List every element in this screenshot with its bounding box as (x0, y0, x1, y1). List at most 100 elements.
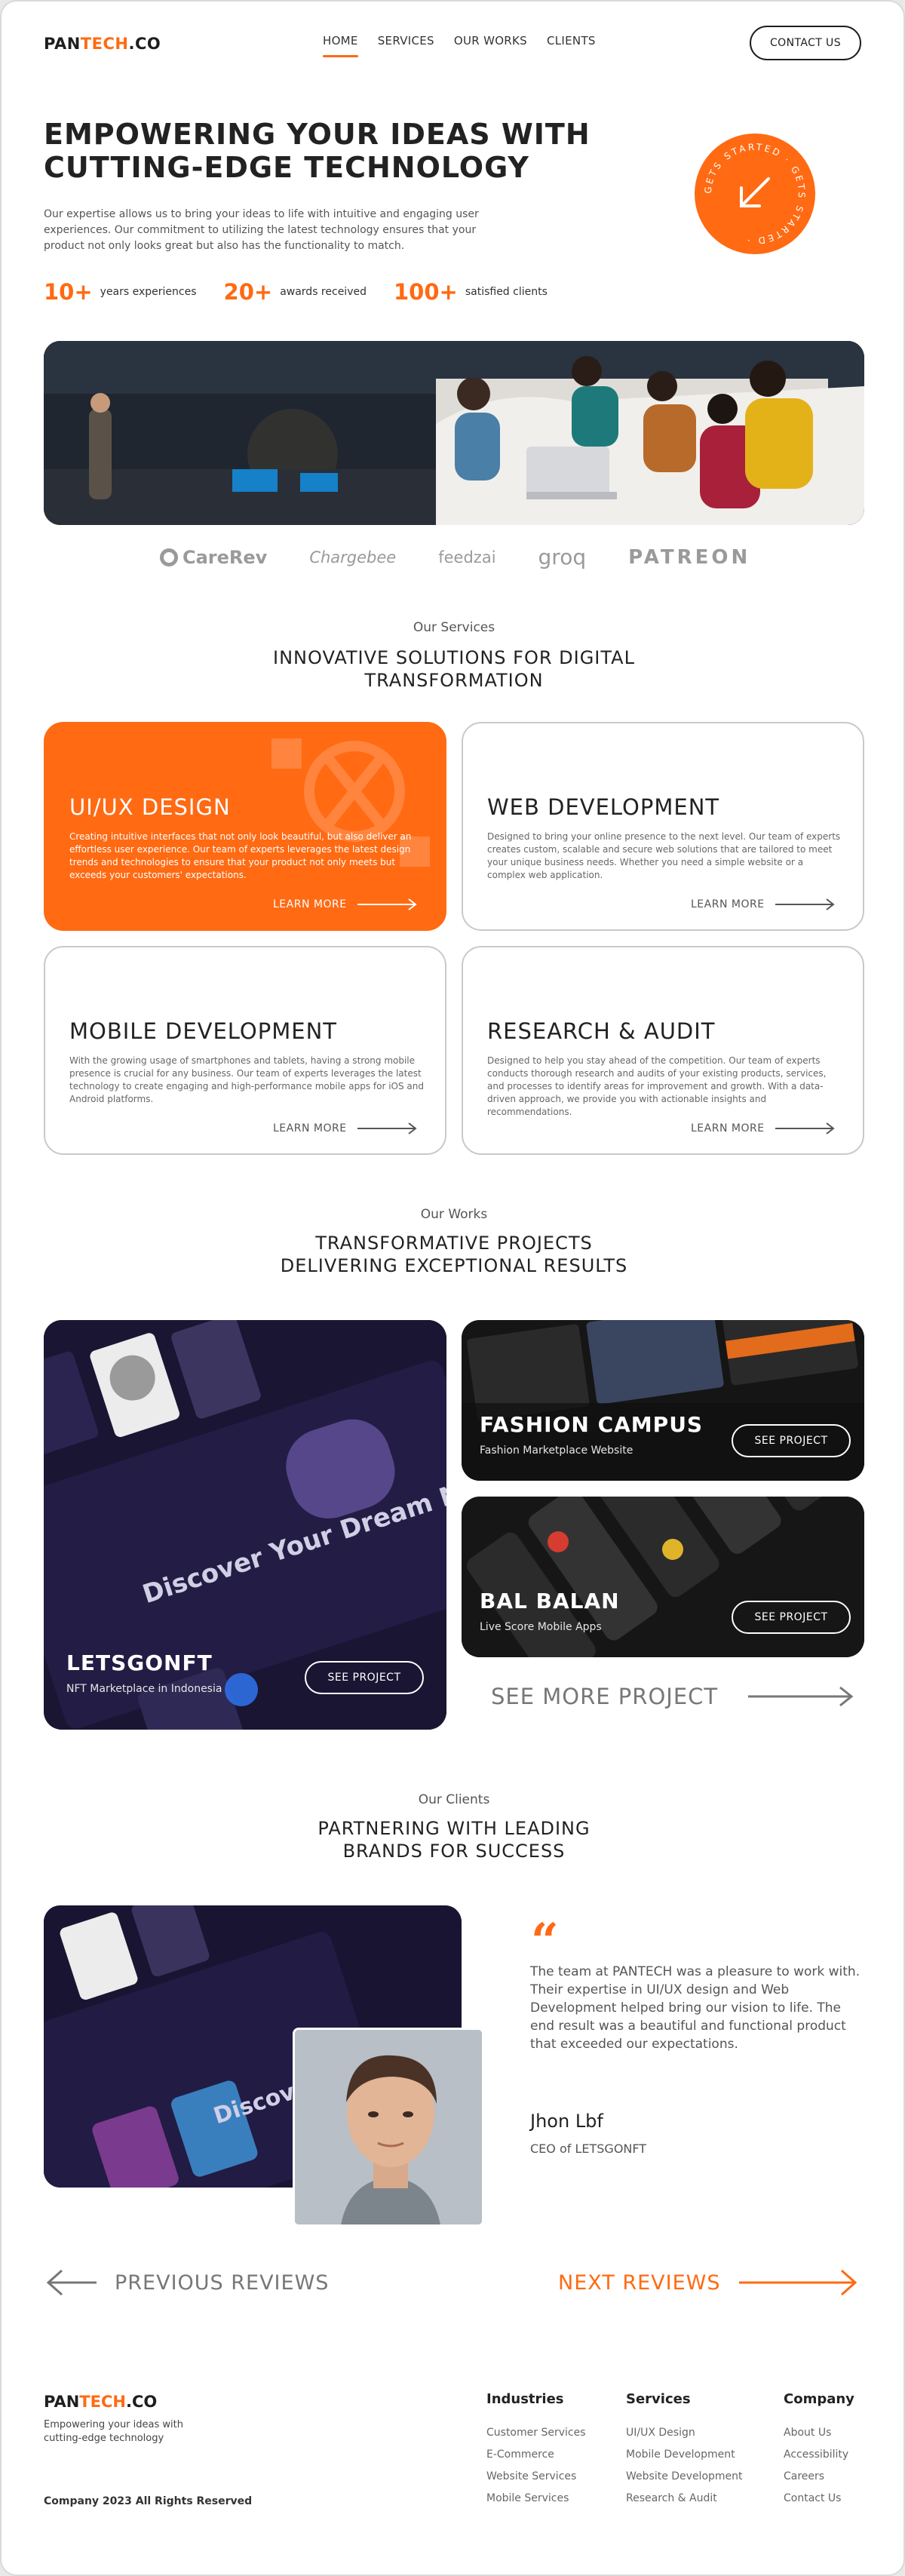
nav-home[interactable]: HOME (323, 34, 358, 57)
project-title: LETSGONFT (66, 1650, 213, 1675)
footer-heading: Services (626, 2391, 691, 2407)
hero-team-photo (44, 341, 864, 525)
footer-link[interactable]: Customer Services (486, 2422, 586, 2444)
services-title: INNOVATIVE SOLUTIONS FOR DIGITAL TRANSFO… (273, 647, 635, 691)
arrow-right-icon (748, 1686, 854, 1707)
footer-link[interactable]: About Us (784, 2422, 854, 2444)
footer-link[interactable]: Accessibility (784, 2444, 854, 2466)
footer-link[interactable]: Mobile Services (486, 2488, 586, 2510)
project-subtitle: Fashion Marketplace Website (480, 1445, 634, 1457)
service-card-uiux[interactable]: UI/UX DESIGN Creating intuitive interfac… (44, 722, 446, 931)
footer-link[interactable]: UI/UX Design (626, 2422, 743, 2444)
stat-value: 100+ (393, 279, 458, 305)
brand-chargebee: Chargebee (309, 548, 397, 566)
arrow-right-icon (775, 1122, 835, 1134)
testimonial-quote: The team at PANTECH was a pleasure to wo… (530, 1964, 861, 2052)
footer-link[interactable]: E-Commerce (486, 2444, 586, 2466)
stat-label: satisfied clients (465, 286, 548, 298)
project-card-letsgonft[interactable]: Discover Your Dream NFT's in Your Galler… (44, 1320, 446, 1730)
testimonial-name: Jhon Lbf (530, 2111, 603, 2132)
see-project-button[interactable]: SEE PROJECT (305, 1661, 424, 1694)
see-project-button[interactable]: SEE PROJECT (732, 1424, 851, 1457)
brand-groq: groq (538, 545, 587, 570)
stat-clients: 100+ satisfied clients (394, 279, 548, 305)
arrow-right-icon (357, 1122, 417, 1134)
see-project-button[interactable]: SEE PROJECT (732, 1601, 851, 1634)
get-started-badge[interactable]: GETS STARTED · GETS STARTED · (692, 131, 818, 256)
service-card-research[interactable]: RESEARCH & AUDIT Designed to help you st… (462, 946, 864, 1155)
learn-more-link[interactable]: LEARN MORE (691, 898, 836, 910)
landing-page: PANTECH.CO HOME SERVICES OUR WORKS CLIEN… (0, 0, 905, 2576)
learn-more-link[interactable]: LEARN MORE (691, 1122, 836, 1134)
clients-title-line2: BRANDS FOR SUCCESS (342, 1841, 566, 1862)
service-description: Creating intuitive interfaces that not o… (69, 831, 412, 880)
services-kicker: Our Services (413, 620, 495, 635)
stat-label: years experiences (100, 286, 197, 298)
footer-link[interactable]: Mobile Development (626, 2444, 743, 2466)
learn-more-label: LEARN MORE (273, 1122, 347, 1134)
logo-suffix: .CO (125, 2393, 158, 2411)
previous-reviews-label: PREVIOUS REVIEWS (115, 2271, 330, 2295)
stat-value: 20+ (223, 279, 273, 305)
previous-reviews-button[interactable]: PREVIOUS REVIEWS (45, 2267, 329, 2298)
nav-clients[interactable]: CLIENTS (547, 34, 596, 48)
logo[interactable]: PANTECH.CO (44, 35, 161, 53)
service-title: UI/UX DESIGN (69, 794, 231, 820)
contact-us-button[interactable]: CONTACT US (750, 26, 861, 60)
footer-heading: Company (784, 2391, 854, 2407)
footer-logo[interactable]: PANTECH.CO (44, 2393, 157, 2411)
arrow-right-icon (738, 2269, 857, 2296)
footer-link[interactable]: Website Development (626, 2466, 743, 2488)
logo-text: PAN (44, 35, 81, 53)
project-card-fashion-campus[interactable]: FASHION CAMPUS Fashion Marketplace Websi… (462, 1320, 864, 1481)
arrow-left-icon (46, 2269, 97, 2296)
footer-link[interactable]: Contact Us (784, 2488, 854, 2510)
project-card-bal-balan[interactable]: BAL BALAN Live Score Mobile Apps SEE PRO… (462, 1497, 864, 1657)
service-card-web[interactable]: WEB DEVELOPMENT Designed to bring your o… (462, 722, 864, 931)
footer-link[interactable]: Careers (784, 2466, 854, 2488)
footer-link[interactable]: Website Services (486, 2466, 586, 2488)
footer-link[interactable]: Research & Audit (626, 2488, 743, 2510)
arrow-right-icon (775, 898, 835, 910)
learn-more-label: LEARN MORE (273, 898, 347, 910)
next-reviews-label: NEXT REVIEWS (558, 2271, 721, 2295)
main-menu: HOME SERVICES OUR WORKS CLIENTS (323, 34, 596, 57)
works-title-line1: TRANSFORMATIVE PROJECTS (315, 1233, 593, 1254)
brand-logos: CareRev Chargebee feedzai groq PATREON (160, 545, 750, 570)
learn-more-label: LEARN MORE (691, 1122, 765, 1134)
hero-title: EMPOWERING YOUR IDEAS WITH CUTTING-EDGE … (44, 118, 591, 184)
service-card-mobile[interactable]: MOBILE DEVELOPMENT With the growing usag… (44, 946, 446, 1155)
project-title: FASHION CAMPUS (480, 1412, 704, 1437)
footer-column-industries: Industries Customer Services E-Commerce … (486, 2391, 586, 2510)
logo-suffix: .CO (128, 35, 161, 53)
next-reviews-button[interactable]: NEXT REVIEWS (558, 2267, 858, 2298)
nav-services[interactable]: SERVICES (378, 34, 434, 48)
service-description: Designed to bring your online presence t… (487, 831, 841, 880)
logo-accent: TECH (79, 2393, 126, 2411)
learn-more-link[interactable]: LEARN MORE (273, 1122, 418, 1134)
see-more-projects-link[interactable]: SEE MORE PROJECT (491, 1684, 854, 1709)
logo-text: PAN (44, 2393, 80, 2411)
service-title: RESEARCH & AUDIT (487, 1018, 716, 1044)
footer-column-company: Company About Us Accessibility Careers C… (784, 2391, 854, 2510)
footer-tagline: Empowering your ideas with cutting-edge … (44, 2419, 183, 2444)
avatar (295, 2030, 482, 2224)
learn-more-link[interactable]: LEARN MORE (273, 898, 418, 910)
stat-value: 10+ (44, 279, 93, 305)
service-description: Designed to help you stay ahead of the c… (487, 1055, 827, 1117)
service-description: With the growing usage of smartphones an… (69, 1055, 424, 1104)
footer-heading: Industries (486, 2391, 564, 2407)
project-title: BAL BALAN (480, 1589, 620, 1613)
project-subtitle: Live Score Mobile Apps (480, 1621, 602, 1633)
carerev-icon (160, 548, 178, 566)
service-title: MOBILE DEVELOPMENT (69, 1018, 337, 1044)
nav-our-works[interactable]: OUR WORKS (454, 34, 527, 48)
brand-name: CareRev (183, 546, 268, 568)
service-title: WEB DEVELOPMENT (487, 794, 720, 820)
footer-copyright: Company 2023 All Rights Reserved (44, 2495, 253, 2507)
brand-carerev: CareRev (160, 547, 267, 568)
see-more-label: SEE MORE PROJECT (491, 1684, 719, 1709)
clients-kicker: Our Clients (418, 1792, 490, 1807)
stat-label: awards received (280, 286, 367, 298)
team-illustration (44, 341, 864, 525)
